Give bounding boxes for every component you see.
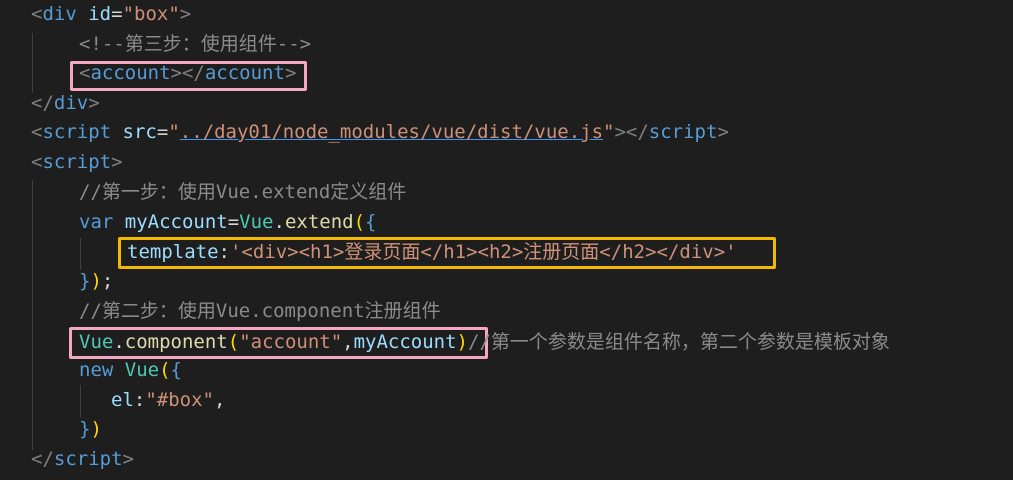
code-editor[interactable]: <div id="box"> <!--第三步：使用组件--> <account>… [0,0,1013,480]
code-line-2: <!--第三步：使用组件--> [79,33,312,55]
code-line-9: template:'<div><h1>登录页面</h1><h2>注册页面</h2… [127,241,737,263]
code-line-14: el:"#box", [111,389,226,411]
indent-guide [80,238,81,270]
indent-guide [80,385,81,417]
code-line-6: <script> [31,151,123,173]
code-line-1: <div id="box"> [31,3,192,25]
indent-guide [32,33,33,93]
code-line-10: }); [79,270,114,292]
script-src-link[interactable]: ../day01/node_modules/vue/dist/vue.js [180,121,603,143]
code-line-5: <script src="../day01/node_modules/vue/d… [31,121,729,143]
code-line-7: //第一步：使用Vue.extend定义组件 [79,181,407,203]
code-line-13: new Vue({ [79,359,182,381]
code-line-12: Vue.component("account",myAccount)//第一个参… [79,331,890,353]
code-line-3: <account></account> [79,62,297,84]
code-line-8: var myAccount=Vue.extend({ [79,211,377,233]
code-line-11: //第二步：使用Vue.component注册组件 [79,300,441,322]
code-line-15: }) [79,418,102,440]
code-line-4: </div> [31,92,100,114]
indent-guide [32,180,33,450]
code-line-16: </script> [31,448,134,470]
